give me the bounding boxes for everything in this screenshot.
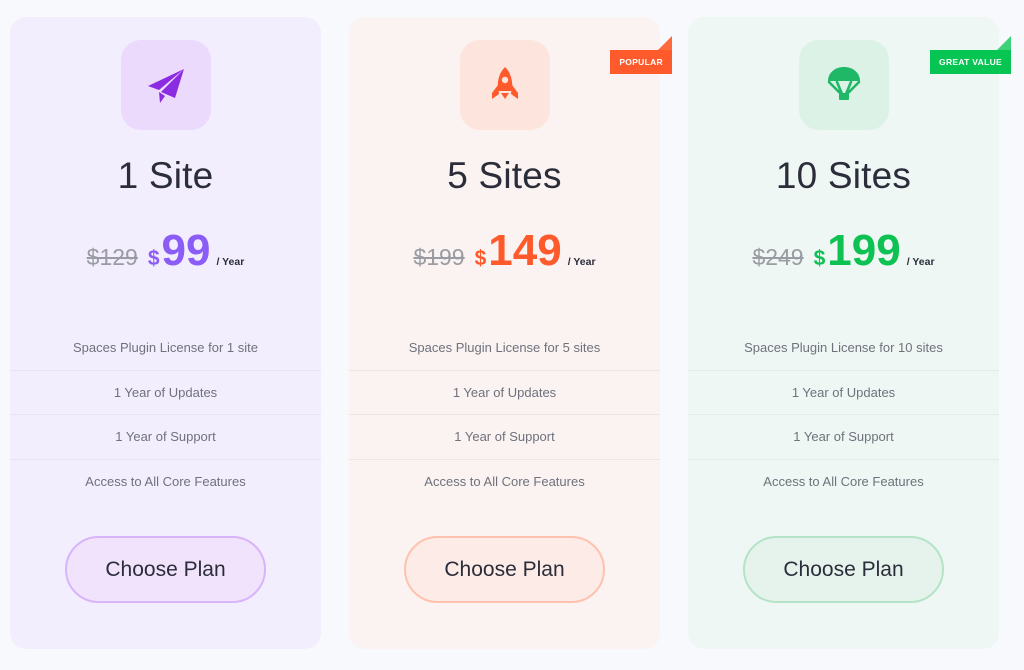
- plan-icon-box: [799, 40, 889, 130]
- sale-price: 149: [488, 226, 562, 275]
- paper-plane-icon: [148, 69, 184, 103]
- plan-title: 1 Site: [117, 155, 214, 196]
- feature-item: 1 Year of Support: [688, 415, 999, 460]
- feature-item: Access to All Core Features: [763, 473, 924, 489]
- pricing-card-5-sites: POPULAR 5 Sites $199 $ 149 / Year Spaces…: [349, 17, 672, 649]
- choose-plan-button[interactable]: Choose Plan: [404, 536, 605, 603]
- billing-period: / Year: [906, 256, 935, 268]
- plan-title: 5 Sites: [447, 155, 562, 196]
- feature-item: Access to All Core Features: [85, 473, 246, 489]
- pricing-card-10-sites: GREAT VALUE 10 Sites $249 $ 199 / Year S…: [688, 17, 1011, 649]
- choose-plan-button[interactable]: Choose Plan: [65, 536, 266, 603]
- popular-badge: POPULAR: [610, 36, 672, 74]
- feature-item: Access to All Core Features: [424, 473, 585, 489]
- feature-item: 1 Year of Updates: [688, 371, 999, 415]
- great-value-badge: GREAT VALUE: [930, 36, 1011, 74]
- sale-price: 99: [161, 226, 211, 275]
- feature-item: 1 Year of Support: [10, 415, 321, 460]
- feature-item: 1 Year of Updates: [10, 371, 321, 415]
- feature-item: 1 Year of Updates: [349, 371, 660, 415]
- feature-list: Spaces Plugin License for 1 site 1 Year …: [10, 326, 321, 503]
- pricing-card-1-site: 1 Site $129 $ 99 / Year Spaces Plugin Li…: [10, 17, 321, 649]
- feature-item: Spaces Plugin License for 10 sites: [688, 326, 999, 371]
- price-row: $199 $ 149 / Year: [349, 229, 660, 273]
- plan-title: 10 Sites: [775, 155, 912, 196]
- choose-plan-button[interactable]: Choose Plan: [743, 536, 944, 603]
- currency-symbol: $: [147, 247, 160, 270]
- price-row: $249 $ 199 / Year: [688, 229, 999, 273]
- price-row: $129 $ 99 / Year: [10, 229, 321, 273]
- feature-item: Spaces Plugin License for 5 sites: [349, 326, 660, 371]
- feature-list: Spaces Plugin License for 5 sites 1 Year…: [349, 326, 660, 503]
- currency-symbol: $: [813, 247, 826, 270]
- plan-icon-box: [460, 40, 550, 130]
- billing-period: / Year: [216, 256, 245, 268]
- original-price: $199: [413, 244, 465, 270]
- parachute-icon: [827, 67, 861, 100]
- feature-list: Spaces Plugin License for 10 sites 1 Yea…: [688, 326, 999, 503]
- original-price: $129: [86, 244, 138, 270]
- feature-item: 1 Year of Support: [349, 415, 660, 460]
- plan-icon-box: [121, 40, 211, 130]
- rocket-icon: [492, 67, 518, 99]
- currency-symbol: $: [474, 247, 487, 270]
- feature-item: Spaces Plugin License for 1 site: [10, 326, 321, 371]
- original-price: $249: [752, 244, 804, 270]
- sale-price: 199: [827, 226, 901, 275]
- billing-period: / Year: [567, 256, 596, 268]
